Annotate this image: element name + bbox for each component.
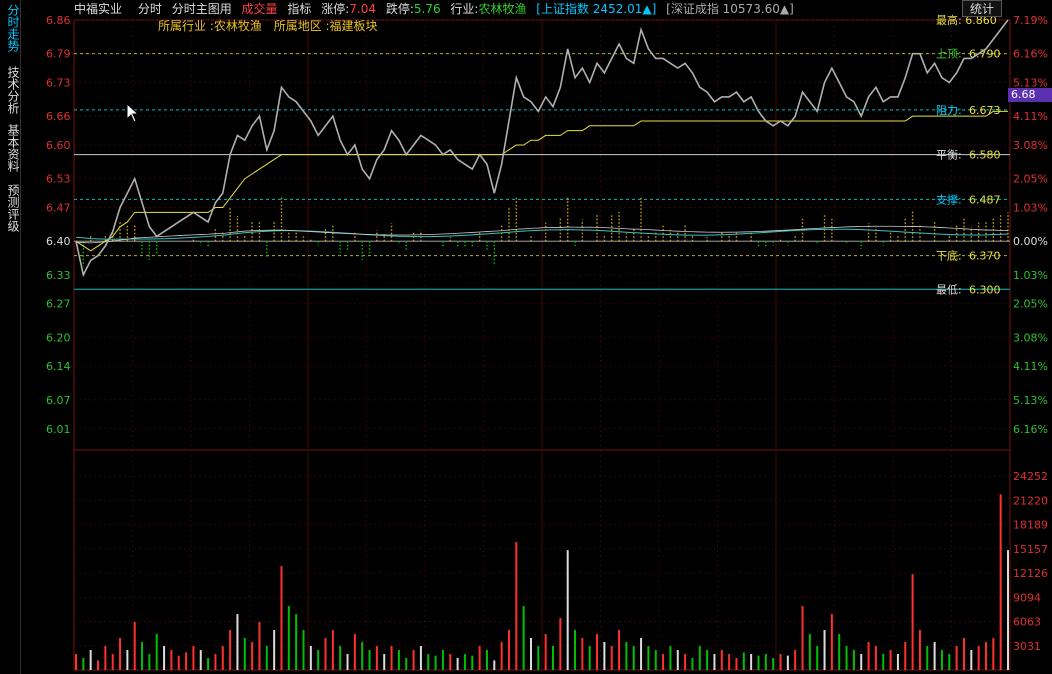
menu-main-chart[interactable]: 分时主图用 [172, 2, 232, 16]
percent-tick-label: 2.05% [1013, 173, 1048, 186]
sub-industry: 所属行业 :农林牧渔 [158, 19, 262, 33]
price-tick-label: 6.60 [46, 139, 71, 152]
percent-tick-label: 6.16% [1013, 48, 1048, 61]
level-value: 6.580 [969, 149, 1001, 162]
volume-tick-label: 15157 [1013, 543, 1048, 556]
limit-down-value: 5.76 [413, 2, 441, 16]
volume-tick-label: 12126 [1013, 567, 1048, 580]
stats-button[interactable]: 统计 [962, 0, 1002, 17]
percent-tick-label: 2.05% [1013, 298, 1048, 311]
level-value: 6.487 [969, 193, 1001, 206]
percent-tick-label: 5.13% [1013, 394, 1048, 407]
level-value: 6.300 [969, 283, 1001, 296]
sh-index[interactable]: [上证指数 2452.01▲] [536, 2, 656, 16]
sub-header: 所属行业 :农林牧渔 所属地区 :福建板块 [158, 18, 378, 34]
menu-indicator[interactable]: 指标 [287, 2, 311, 16]
sz-index[interactable]: [深证成指 10573.60▲] [666, 2, 794, 16]
price-tick-label: 6.07 [46, 394, 71, 407]
volume-tick-label: 6063 [1013, 616, 1041, 629]
level-label: 上顶: [936, 48, 962, 61]
level-label: 最低: [936, 283, 962, 296]
volume-tick-label: 24252 [1013, 470, 1048, 483]
volume-tick-label: 21220 [1013, 494, 1048, 507]
menu-timeshare[interactable]: 分时 [138, 2, 162, 16]
limit-up-value: 7.04 [349, 2, 376, 16]
percent-tick-label: 6.16% [1013, 423, 1048, 436]
stock-name: 中福实业 [74, 2, 123, 16]
percent-tick-label: 4.11% [1013, 110, 1048, 123]
price-tick-label: 6.27 [46, 298, 71, 311]
percent-tick-label: 3.08% [1013, 331, 1048, 344]
industry-value: 农林牧渔 [478, 2, 527, 16]
price-tick-label: 6.20 [46, 331, 71, 344]
level-value: 6.673 [969, 104, 1001, 117]
price-tick-label: 6.73 [46, 77, 71, 90]
timeshare-chart[interactable]: 6.86 6.79 6.73 6.66 6.60 6.53 6.47 6.40 6.33 6.27… [0, 0, 1052, 674]
current-price-tag: 6.68 [1008, 88, 1052, 102]
percent-tick-label: 3.08% [1013, 139, 1048, 152]
price-tick-label: 6.86 [46, 14, 71, 27]
price-tick-label: 6.01 [46, 423, 71, 436]
percent-tick-label: 1.03% [1013, 202, 1048, 215]
volume-tick-label: 18189 [1013, 519, 1048, 532]
level-value: 6.370 [969, 250, 1001, 263]
price-tick-label: 6.47 [46, 202, 71, 215]
level-label: 阻力: [936, 104, 962, 117]
industry: 行业: [450, 2, 479, 16]
level-label: 下底: [936, 249, 962, 263]
price-tick-label: 6.79 [46, 48, 71, 61]
level-label: 支撑: [936, 192, 962, 206]
percent-tick-label: 0.00% [1013, 235, 1048, 248]
price-tick-label: 6.53 [46, 173, 71, 186]
percent-tick-label: 4.11% [1013, 360, 1048, 373]
percent-tick-label: 1.03% [1013, 269, 1048, 282]
limit-up: 涨停: [321, 2, 350, 16]
header-bar: 中福实业 分时 分时主图用 成交量 指标 涨停:7.04 跌停:5.76 行业:… [74, 0, 1052, 18]
level-label: 平衡: [936, 149, 962, 162]
price-tick-label: 6.66 [46, 110, 71, 123]
price-tick-label: 6.33 [46, 269, 71, 282]
volume-tick-label: 3031 [1013, 640, 1041, 653]
price-tick-label: 6.14 [46, 360, 71, 373]
menu-volume[interactable]: 成交量 [242, 2, 278, 16]
sub-region: 所属地区 :福建板块 [273, 19, 378, 33]
volume-tick-label: 9094 [1013, 591, 1041, 604]
price-tick-label: 6.40 [46, 235, 71, 248]
mouse-cursor-icon [126, 103, 140, 123]
limit-down: 跌停: [385, 2, 414, 16]
